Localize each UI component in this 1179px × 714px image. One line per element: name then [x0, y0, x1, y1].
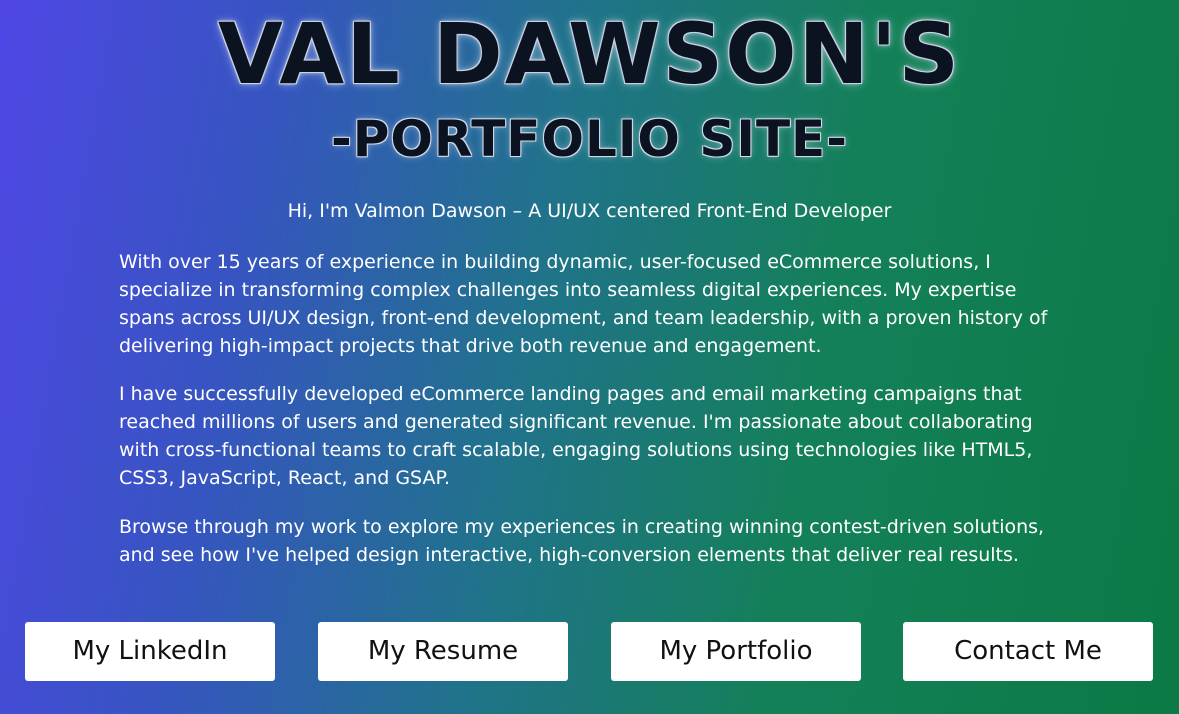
- bio-paragraph-projects: I have successfully developed eCommerce …: [119, 383, 1033, 489]
- action-buttons: My LinkedIn My Resume My Portfolio Conta…: [25, 622, 1154, 681]
- page-subtitle: -PORTFOLIO SITE-: [331, 110, 848, 168]
- resume-button[interactable]: My Resume: [318, 622, 568, 681]
- hero-section: VAL DAWSON'S -PORTFOLIO SITE- Hi, I'm Va…: [0, 0, 1179, 714]
- bio-paragraph-browse: Browse through my work to explore my exp…: [119, 516, 1045, 566]
- linkedin-button[interactable]: My LinkedIn: [25, 622, 275, 681]
- intro-text: Hi, I'm Valmon Dawson – A UI/UX centered…: [287, 200, 892, 222]
- portfolio-button[interactable]: My Portfolio: [611, 622, 861, 681]
- bio-paragraph-experience: With over 15 years of experience in buil…: [119, 251, 1048, 357]
- contact-button[interactable]: Contact Me: [903, 622, 1153, 681]
- page-title: VAL DAWSON'S: [217, 5, 962, 103]
